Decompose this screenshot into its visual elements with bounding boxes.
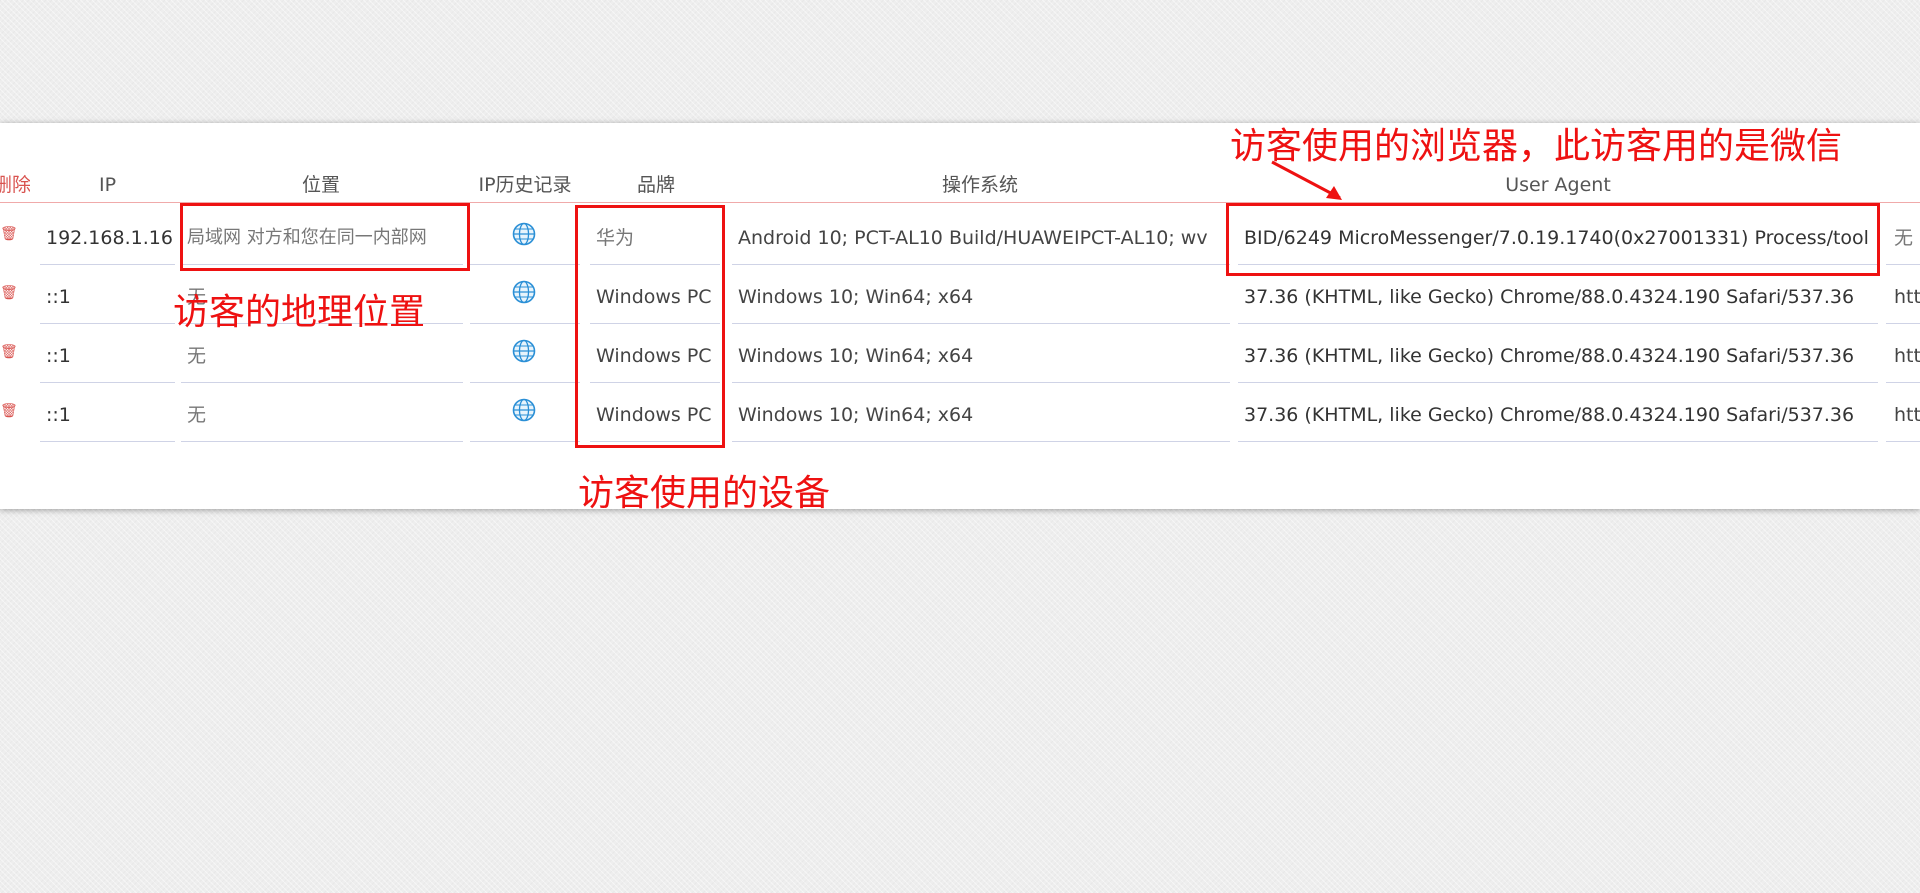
row-divider bbox=[1886, 382, 1920, 383]
globe-icon[interactable] bbox=[512, 339, 536, 363]
row-divider bbox=[181, 382, 463, 383]
row-divider bbox=[732, 323, 1230, 324]
row-divider bbox=[40, 441, 175, 442]
row-divider bbox=[470, 382, 580, 383]
annotation-device: 访客使用的设备 bbox=[578, 473, 831, 514]
cell-ip: ::1 bbox=[46, 345, 71, 367]
row-divider bbox=[40, 264, 175, 265]
row-divider bbox=[732, 441, 1230, 442]
device-highlight-box bbox=[575, 205, 725, 448]
annotation-location: 访客的地理位置 bbox=[173, 292, 426, 333]
row-divider bbox=[1238, 382, 1878, 383]
row-divider bbox=[1238, 441, 1878, 442]
cell-ip: ::1 bbox=[46, 404, 71, 426]
cell-ip: ::1 bbox=[46, 286, 71, 308]
row-divider bbox=[1886, 441, 1920, 442]
header-ip-history: IP历史记录 bbox=[478, 174, 572, 196]
trash-icon[interactable]: 🗑 bbox=[0, 403, 18, 419]
cell-location: 无 bbox=[187, 345, 207, 367]
cell-user-agent: 37.36 (KHTML, like Gecko) Chrome/88.0.43… bbox=[1244, 286, 1855, 308]
cell-location: 无 bbox=[187, 404, 207, 426]
row-divider bbox=[732, 264, 1230, 265]
row-divider bbox=[181, 441, 463, 442]
row-divider bbox=[470, 264, 580, 265]
cell-extra: htt bbox=[1894, 404, 1920, 426]
globe-icon[interactable] bbox=[512, 222, 536, 246]
user-agent-highlight-box bbox=[1226, 203, 1880, 276]
cell-ip: 192.168.1.16 bbox=[46, 227, 173, 249]
row-divider bbox=[470, 323, 580, 324]
location-highlight-box bbox=[180, 203, 470, 271]
globe-icon[interactable] bbox=[512, 398, 536, 422]
row-divider bbox=[1886, 323, 1920, 324]
header-location: 位置 bbox=[301, 174, 340, 196]
cell-os: Windows 10; Win64; x64 bbox=[738, 404, 974, 426]
row-divider bbox=[1886, 264, 1920, 265]
header-ip: IP bbox=[98, 174, 117, 196]
row-divider bbox=[1238, 323, 1878, 324]
row-divider bbox=[40, 323, 175, 324]
trash-icon[interactable]: 🗑 bbox=[0, 226, 18, 242]
row-divider bbox=[40, 382, 175, 383]
header-os: 操作系统 bbox=[941, 174, 1018, 196]
row-divider bbox=[470, 441, 580, 442]
trash-icon[interactable]: 🗑 bbox=[0, 285, 18, 301]
cell-os: Windows 10; Win64; x64 bbox=[738, 286, 974, 308]
annotation-arrow bbox=[1271, 160, 1342, 200]
cell-extra: 无 bbox=[1894, 227, 1914, 249]
trash-icon[interactable]: 🗑 bbox=[0, 344, 18, 360]
cell-extra: htt bbox=[1894, 286, 1920, 308]
globe-icon[interactable] bbox=[512, 280, 536, 304]
header-brand: 品牌 bbox=[636, 174, 675, 196]
cell-extra: htt bbox=[1894, 345, 1920, 367]
cell-user-agent: 37.36 (KHTML, like Gecko) Chrome/88.0.43… bbox=[1244, 345, 1855, 367]
header-delete: 删除 bbox=[0, 174, 30, 196]
row-divider bbox=[732, 382, 1230, 383]
cell-os: Android 10; PCT-AL10 Build/HUAWEIPCT-AL1… bbox=[738, 227, 1208, 249]
cell-os: Windows 10; Win64; x64 bbox=[738, 345, 974, 367]
cell-user-agent: 37.36 (KHTML, like Gecko) Chrome/88.0.43… bbox=[1244, 404, 1855, 426]
